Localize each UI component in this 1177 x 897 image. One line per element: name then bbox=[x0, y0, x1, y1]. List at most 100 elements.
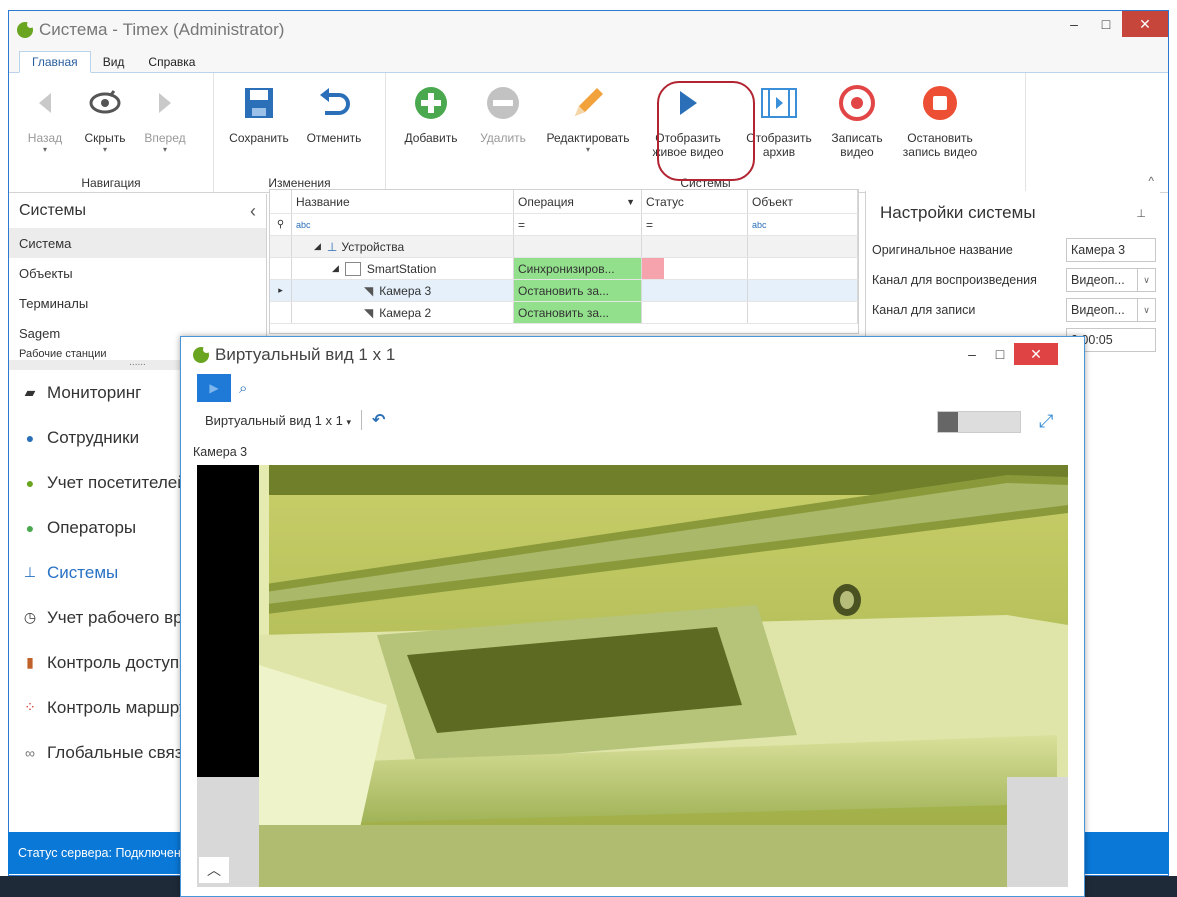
column-header-operation[interactable]: Операция ▼ bbox=[514, 190, 642, 213]
table-row[interactable]: ◥ Камера 2 Остановить за... bbox=[270, 302, 858, 324]
back-button[interactable]: Назад ▾ bbox=[15, 77, 75, 192]
chevron-down-icon[interactable]: ∨ bbox=[1137, 299, 1155, 321]
chevron-down-icon[interactable]: ∨ bbox=[1137, 269, 1155, 291]
original-name-field[interactable]: Камера 3 bbox=[1066, 238, 1156, 262]
play-button[interactable]: ▶ bbox=[197, 374, 231, 402]
operators-icon: ● bbox=[25, 519, 35, 536]
table-row[interactable]: ◢ ⊥ Устройства bbox=[270, 236, 858, 258]
left-item-objects[interactable]: Объекты bbox=[9, 258, 266, 288]
forward-button[interactable]: Вперед ▾ bbox=[135, 77, 195, 192]
expand-icon[interactable]: ◢ bbox=[332, 263, 339, 274]
record-video-button[interactable]: Записать видео bbox=[822, 77, 892, 192]
close-button[interactable]: ✕ bbox=[1014, 343, 1058, 365]
film-icon bbox=[759, 83, 799, 123]
monitor-icon: ▰ bbox=[24, 384, 36, 400]
group-label-navigation: Навигация bbox=[81, 176, 141, 190]
fullscreen-icon[interactable]: ⤢ bbox=[1039, 411, 1053, 432]
highlight-ring bbox=[657, 81, 755, 181]
undo-icon[interactable]: ↶ bbox=[372, 410, 385, 430]
camera-frame-image bbox=[197, 465, 1068, 887]
remove-button[interactable]: Удалить bbox=[470, 77, 536, 192]
edit-button[interactable]: Редактировать ▾ bbox=[536, 77, 640, 192]
camera-icon: ◥ bbox=[364, 305, 374, 320]
ribbon: Назад ▾ Скрыть ▾ Вперед ▾ Навигация Сохр… bbox=[9, 73, 1168, 193]
app-logo-icon bbox=[17, 21, 34, 38]
remove-icon bbox=[483, 83, 523, 123]
playback-channel-select[interactable]: Видеоп... ∨ bbox=[1066, 268, 1156, 292]
setting-original-name: Оригинальное название Камера 3 bbox=[866, 235, 1160, 265]
group-label-changes: Изменения bbox=[268, 176, 331, 190]
left-item-terminals[interactable]: Терминалы bbox=[9, 288, 266, 318]
live-video-feed[interactable] bbox=[197, 465, 1068, 887]
tab-main[interactable]: Главная bbox=[19, 51, 91, 73]
visitors-icon: ● bbox=[25, 474, 35, 491]
maximize-button[interactable]: □ bbox=[986, 343, 1014, 365]
setting-playback-channel: Канал для воспроизведения Видеоп... ∨ bbox=[866, 265, 1160, 295]
app-logo-icon bbox=[193, 346, 210, 363]
title-bar: Система - Timex (Administrator) – □ ✕ bbox=[9, 11, 1168, 49]
systems-icon: ⊥ bbox=[23, 564, 37, 580]
undo-button[interactable]: Отменить bbox=[298, 77, 370, 192]
column-header-object[interactable]: Объект bbox=[748, 190, 858, 213]
camera-label: Камера 3 bbox=[193, 445, 248, 459]
chevron-down-icon: ▾ bbox=[346, 416, 352, 427]
play-icon: ▶ bbox=[209, 381, 219, 395]
add-button[interactable]: Добавить bbox=[392, 77, 470, 192]
save-icon bbox=[239, 83, 279, 123]
close-button[interactable]: ✕ bbox=[1122, 11, 1168, 37]
tab-view[interactable]: Вид bbox=[91, 52, 137, 72]
left-panel-title: Системы bbox=[19, 202, 87, 219]
forward-arrow-icon bbox=[145, 83, 185, 123]
settings-panel-title: Настройки системы bbox=[880, 203, 1036, 222]
camera-icon: ◥ bbox=[364, 283, 374, 298]
filter-abc-icon: abc bbox=[752, 219, 767, 230]
column-header-status[interactable]: Статус bbox=[642, 190, 748, 213]
filter-abc-icon: abc bbox=[296, 219, 311, 230]
add-icon bbox=[411, 83, 451, 123]
filter-dropdown-icon[interactable]: ▼ bbox=[626, 197, 635, 207]
menu-tabs: Главная Вид Справка bbox=[9, 49, 1168, 73]
view-selector[interactable]: Виртуальный вид 1 x 1 ▾ bbox=[205, 413, 351, 428]
window-title: Система - Timex (Administrator) bbox=[39, 20, 285, 39]
ribbon-collapse-icon[interactable]: ^ bbox=[1148, 174, 1154, 188]
zoom-slider[interactable] bbox=[937, 411, 1021, 433]
table-row[interactable]: ◢ SmartStation Синхронизиров... bbox=[270, 258, 858, 280]
hide-button[interactable]: Скрыть ▾ bbox=[75, 77, 135, 192]
route-icon: ⁘ bbox=[24, 699, 36, 715]
minimize-button[interactable]: – bbox=[1058, 11, 1090, 37]
virtual-view-window: Виртуальный вид 1 x 1 – □ ✕ ▶ ⌕ Виртуаль… bbox=[180, 336, 1085, 897]
setting-record-channel: Канал для записи Видеоп... ∨ bbox=[866, 295, 1160, 325]
eye-hide-icon bbox=[85, 83, 125, 123]
collapse-up-button[interactable]: ︿ bbox=[199, 857, 229, 883]
link-icon: ∞ bbox=[25, 744, 35, 761]
left-item-system[interactable]: Система bbox=[9, 228, 266, 258]
collapse-left-icon[interactable]: ‹ bbox=[250, 201, 256, 222]
pin-icon[interactable]: ⊥ bbox=[1136, 207, 1146, 220]
status-indicator bbox=[642, 258, 664, 279]
undo-icon bbox=[314, 83, 354, 123]
virtual-view-title: Виртуальный вид 1 x 1 bbox=[215, 345, 396, 364]
expand-icon[interactable]: ◢ bbox=[314, 241, 321, 252]
row-indicator-icon: ▸ bbox=[270, 280, 292, 301]
tab-help[interactable]: Справка bbox=[136, 52, 207, 72]
maximize-button[interactable]: □ bbox=[1090, 11, 1122, 37]
server-status-text: Статус сервера: Подключено bbox=[18, 846, 188, 860]
save-button[interactable]: Сохранить bbox=[220, 77, 298, 192]
stop-record-button[interactable]: Остановить запись видео bbox=[892, 77, 988, 192]
employees-icon: ● bbox=[25, 429, 35, 446]
chevron-up-icon: ︿ bbox=[207, 862, 221, 878]
filter-operation[interactable]: = bbox=[514, 214, 642, 235]
ribbon-group-navigation: Назад ▾ Скрыть ▾ Вперед ▾ Навигация bbox=[9, 73, 214, 192]
filter-status[interactable]: = bbox=[642, 214, 748, 235]
filter-row: ⚲ abc = = abc bbox=[270, 214, 858, 236]
stop-icon bbox=[920, 83, 960, 123]
record-icon bbox=[837, 83, 877, 123]
table-row[interactable]: ▸ ◥ Камера 3 Остановить за... bbox=[270, 280, 858, 302]
devices-tree-icon: ⊥ bbox=[326, 239, 338, 254]
devices-grid: Название Операция ▼ Статус Объект ⚲ abc =… bbox=[269, 189, 859, 334]
clock-icon: ◷ bbox=[23, 609, 37, 625]
record-channel-select[interactable]: Видеоп... ∨ bbox=[1066, 298, 1156, 322]
column-header-name[interactable]: Название bbox=[292, 190, 514, 213]
minimize-button[interactable]: – bbox=[958, 343, 986, 365]
search-camera-icon[interactable]: ⌕ bbox=[239, 380, 247, 397]
